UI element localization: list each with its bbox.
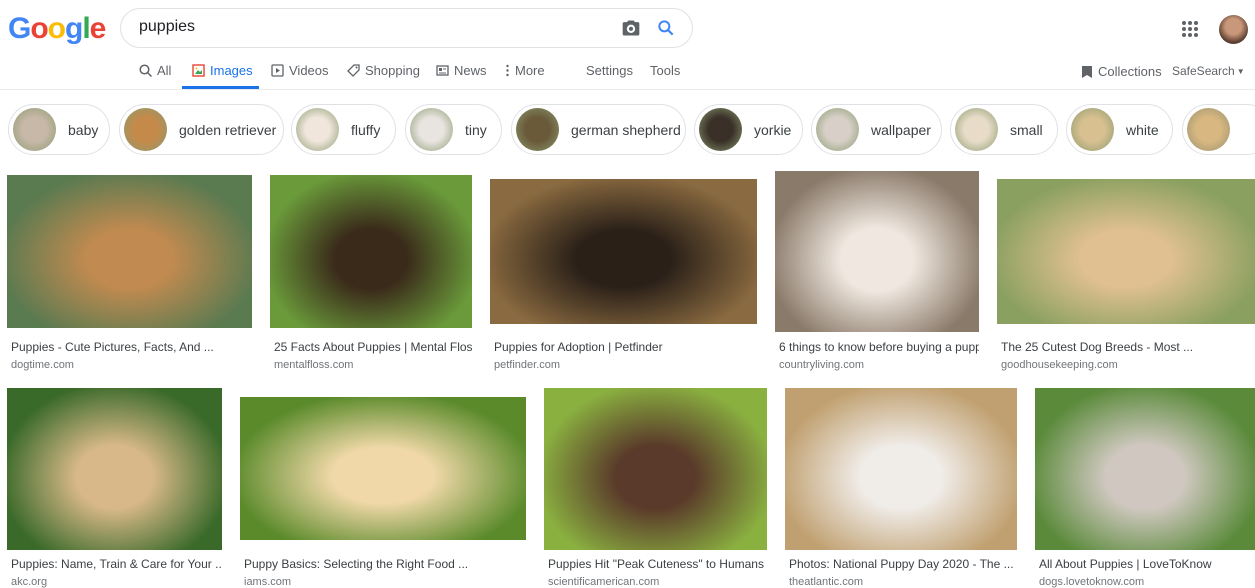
tab-shopping[interactable]: Shopping	[347, 63, 420, 78]
image-result[interactable]: 25 Facts About Puppies | Mental Floss men…	[270, 175, 472, 371]
tag-icon	[347, 64, 360, 77]
result-domain: dogtime.com	[11, 359, 74, 371]
result-thumbnail[interactable]	[1035, 388, 1255, 550]
chip-thumbnail	[13, 108, 56, 151]
result-title[interactable]: Puppies for Adoption | Petfinder	[490, 340, 757, 354]
result-domain: goodhousekeeping.com	[1001, 359, 1118, 371]
tab-all[interactable]: All	[139, 63, 171, 78]
result-thumbnail[interactable]	[240, 397, 526, 540]
related-chip[interactable]: small	[950, 104, 1058, 155]
image-result[interactable]: Puppies: Name, Train & Care for Your ...…	[7, 388, 222, 588]
avatar[interactable]	[1219, 15, 1248, 44]
image-result[interactable]: The 25 Cutest Dog Breeds - Most ... goodh…	[997, 179, 1255, 371]
chip-thumbnail	[516, 108, 559, 151]
chip-thumbnail	[296, 108, 339, 151]
result-thumbnail[interactable]	[490, 179, 757, 324]
search-icon[interactable]	[656, 18, 676, 43]
result-title[interactable]: 25 Facts About Puppies | Mental Floss	[270, 340, 472, 354]
result-thumbnail[interactable]	[775, 171, 979, 332]
related-chip[interactable]: golden retriever	[119, 104, 284, 155]
related-chip[interactable]: baby	[8, 104, 110, 155]
related-chip[interactable]: german shepherd	[511, 104, 686, 155]
result-thumbnail[interactable]	[7, 175, 252, 328]
related-chip[interactable]	[1182, 104, 1255, 155]
result-thumbnail[interactable]	[270, 175, 472, 328]
chip-thumbnail	[699, 108, 742, 151]
search-box	[120, 8, 693, 48]
result-thumbnail[interactable]	[544, 388, 767, 550]
result-domain: dogs.lovetoknow.com	[1039, 576, 1145, 588]
caret-down-icon: ▼	[1236, 66, 1245, 76]
divider	[0, 89, 1255, 90]
more-vert-icon	[506, 64, 509, 77]
related-chip[interactable]: yorkie	[694, 104, 803, 155]
related-chip[interactable]: fluffy	[291, 104, 396, 155]
related-chip[interactable]: wallpaper	[811, 104, 942, 155]
result-domain: countryliving.com	[779, 359, 864, 371]
result-title[interactable]: Photos: National Puppy Day 2020 - The ..…	[785, 557, 1017, 571]
result-domain: akc.org	[11, 576, 48, 588]
result-title[interactable]: Puppies: Name, Train & Care for Your ...	[7, 557, 222, 571]
chip-thumbnail	[955, 108, 998, 151]
google-logo[interactable]: Google	[8, 12, 106, 46]
image-result[interactable]: Photos: National Puppy Day 2020 - The ..…	[785, 388, 1017, 588]
tab-more[interactable]: More	[505, 63, 545, 78]
image-result[interactable]: All About Puppies | LoveToKnow dogs.lovet…	[1035, 388, 1255, 588]
collections-link[interactable]: Collections	[1081, 64, 1162, 79]
tab-news[interactable]: News	[436, 63, 487, 78]
result-title[interactable]: 6 things to know before buying a pupp...	[775, 340, 979, 354]
result-title[interactable]: Puppy Basics: Selecting the Right Food .…	[240, 557, 526, 571]
result-domain: theatlantic.com	[789, 576, 863, 588]
result-thumbnail[interactable]	[997, 179, 1255, 324]
apps-grid-icon[interactable]	[1181, 20, 1199, 43]
news-icon	[436, 65, 449, 76]
safesearch-dropdown[interactable]: SafeSearch ▼	[1172, 64, 1245, 78]
image-icon	[192, 64, 205, 77]
search-input[interactable]	[139, 18, 599, 36]
related-chip[interactable]: white	[1066, 104, 1173, 155]
search-icon	[139, 64, 152, 77]
result-domain: scientificamerican.com	[548, 576, 660, 588]
tools-link[interactable]: Tools	[650, 63, 680, 78]
tab-videos[interactable]: Videos	[271, 63, 329, 78]
camera-icon[interactable]	[621, 18, 641, 43]
image-result[interactable]: Puppies Hit "Peak Cuteness" to Humans ..…	[544, 388, 767, 588]
bookmark-icon	[1082, 65, 1092, 78]
image-result[interactable]: 6 things to know before buying a pupp...…	[775, 171, 979, 371]
chip-thumbnail	[1187, 108, 1230, 151]
result-title[interactable]: All About Puppies | LoveToKnow	[1035, 557, 1255, 571]
result-title[interactable]: Puppies - Cute Pictures, Facts, And ...	[7, 340, 252, 354]
result-domain: petfinder.com	[494, 359, 561, 371]
image-result[interactable]: Puppies for Adoption | Petfinder petfinde…	[490, 179, 757, 371]
image-result[interactable]: Puppy Basics: Selecting the Right Food .…	[240, 397, 526, 588]
chip-thumbnail	[816, 108, 859, 151]
result-title[interactable]: Puppies Hit "Peak Cuteness" to Humans ..…	[544, 557, 767, 571]
result-thumbnail[interactable]	[7, 388, 222, 550]
chip-thumbnail	[1071, 108, 1114, 151]
chip-thumbnail	[124, 108, 167, 151]
result-thumbnail[interactable]	[785, 388, 1017, 550]
result-title[interactable]: The 25 Cutest Dog Breeds - Most ...	[997, 340, 1255, 354]
settings-link[interactable]: Settings	[586, 63, 633, 78]
result-domain: mentalfloss.com	[274, 359, 354, 371]
play-icon	[271, 64, 284, 77]
related-chip[interactable]: tiny	[405, 104, 502, 155]
tab-images[interactable]: Images	[192, 63, 253, 78]
image-result[interactable]: Puppies - Cute Pictures, Facts, And ... d…	[7, 175, 252, 371]
chip-thumbnail	[410, 108, 453, 151]
result-domain: iams.com	[244, 576, 292, 588]
